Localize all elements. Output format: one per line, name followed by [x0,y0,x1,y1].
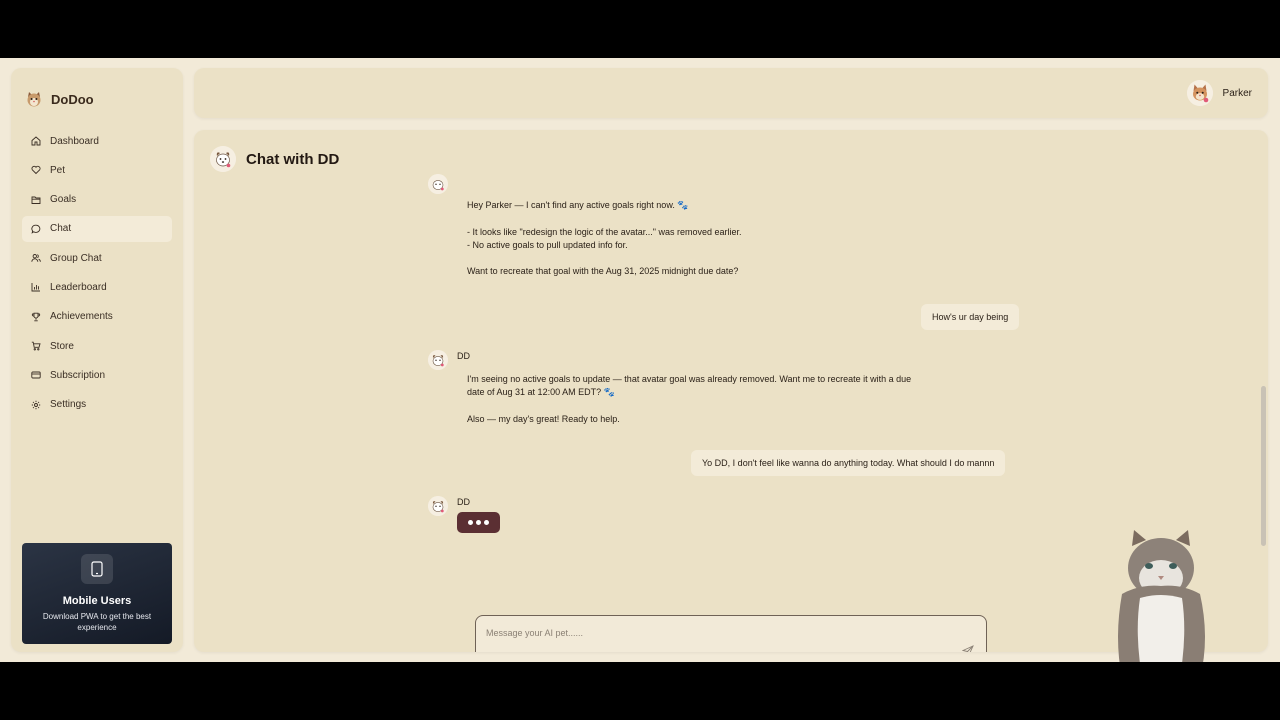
brand[interactable]: DoDoo [25,90,94,108]
sidebar-item-label: Goals [50,194,77,206]
message-line: date of Aug 31 at 12:00 AM EDT? 🐾 [467,387,615,398]
bot-name: DD [457,497,470,507]
users-icon [31,253,41,263]
sidebar-item-label: Leaderboard [50,281,107,293]
sidebar-item-leaderboard[interactable]: Leaderboard [22,274,172,300]
chat-header: Chat with DD [210,146,339,172]
folder-icon [31,195,41,205]
sidebar-item-label: Achievements [50,311,113,323]
typing-indicator [457,512,500,533]
sidebar-nav: Dashboard Pet Goals Chat Group Chat Lead… [22,128,172,421]
sidebar-item-store[interactable]: Store [22,333,172,359]
user-avatar [1186,80,1213,106]
top-header: Parker [194,68,1268,118]
sidebar-item-achievements[interactable]: Achievements [22,304,172,330]
typing-dot [484,520,489,525]
message-list: Hey Parker — I can't find any active goa… [194,174,1254,586]
heart-icon [31,165,41,175]
typing-dot [476,520,481,525]
bar-chart-icon [31,282,41,292]
message-line: - No active goals to pull updated info f… [467,239,628,250]
message-input[interactable] [486,624,956,642]
smartphone-icon [81,554,113,584]
scrollbar-thumb[interactable] [1261,386,1266,546]
sidebar-item-chat[interactable]: Chat [22,215,172,242]
message-line: Also — my day's great! Ready to help. [467,413,620,424]
sidebar-item-label: Settings [50,399,87,411]
message-line: Hey Parker — I can't find any active goa… [467,200,689,210]
mobile-users-promo[interactable]: Mobile Users Download PWA to get the bes… [22,543,172,644]
sidebar-item-label: Group Chat [50,252,102,264]
sidebar-item-subscription[interactable]: Subscription [22,362,172,388]
cart-icon [31,341,41,351]
line-spacer [467,400,911,413]
user-menu[interactable]: Parker [1186,80,1252,106]
bot-message: Hey Parker — I can't find any active goa… [467,199,742,279]
bot-message: I'm seeing no active goals to update — t… [467,373,911,426]
dd-avatar [428,496,448,516]
trophy-icon [31,312,41,322]
dd-avatar [428,174,448,194]
promo-subtitle: Download PWA to get the best experience [42,612,152,632]
sidebar-item-pet[interactable]: Pet [22,157,172,183]
sidebar-item-label: Chat [50,223,72,235]
sidebar-item-label: Dashboard [50,135,99,147]
sidebar-item-dashboard[interactable]: Dashboard [22,128,172,154]
letterbox-bottom [0,662,1280,720]
chat-bubble-icon [31,224,41,234]
chat-scrollbar[interactable] [1260,188,1267,550]
sidebar-item-goals[interactable]: Goals [22,187,172,213]
message-line: - It looks like "redesign the logic of t… [467,226,742,237]
app-name: DoDoo [51,91,94,107]
gear-icon [31,400,41,410]
page-title: Chat with DD [246,150,340,168]
send-icon[interactable] [962,645,974,652]
message-line: I'm seeing no active goals to update — t… [467,374,912,384]
credit-card-icon [31,370,41,380]
sidebar-item-group-chat[interactable]: Group Chat [22,245,172,271]
line-spacer [467,252,742,265]
sidebar-item-label: Store [50,340,74,352]
user-name: Parker [1222,87,1252,99]
dodoo-logo-icon [27,92,41,107]
message-composer [475,615,987,652]
sidebar-item-label: Pet [50,164,66,176]
dd-avatar [428,350,448,370]
line-spacer [467,212,742,225]
dd-avatar [210,146,236,172]
sidebar: DoDoo Dashboard Pet Goals Chat Group Cha… [11,68,183,652]
bot-name: DD [457,351,470,361]
user-message: How's ur day being [921,304,1020,330]
letterbox-top [0,0,1280,58]
typing-dot [468,520,473,525]
app-root: DoDoo Dashboard Pet Goals Chat Group Cha… [0,58,1280,700]
promo-title: Mobile Users [62,595,132,607]
sidebar-item-settings[interactable]: Settings [22,392,172,418]
sidebar-item-label: Subscription [50,369,106,381]
message-line: Want to recreate that goal with the Aug … [467,266,739,277]
home-icon [31,136,41,146]
user-message: Yo DD, I don't feel like wanna do anythi… [691,450,1006,476]
